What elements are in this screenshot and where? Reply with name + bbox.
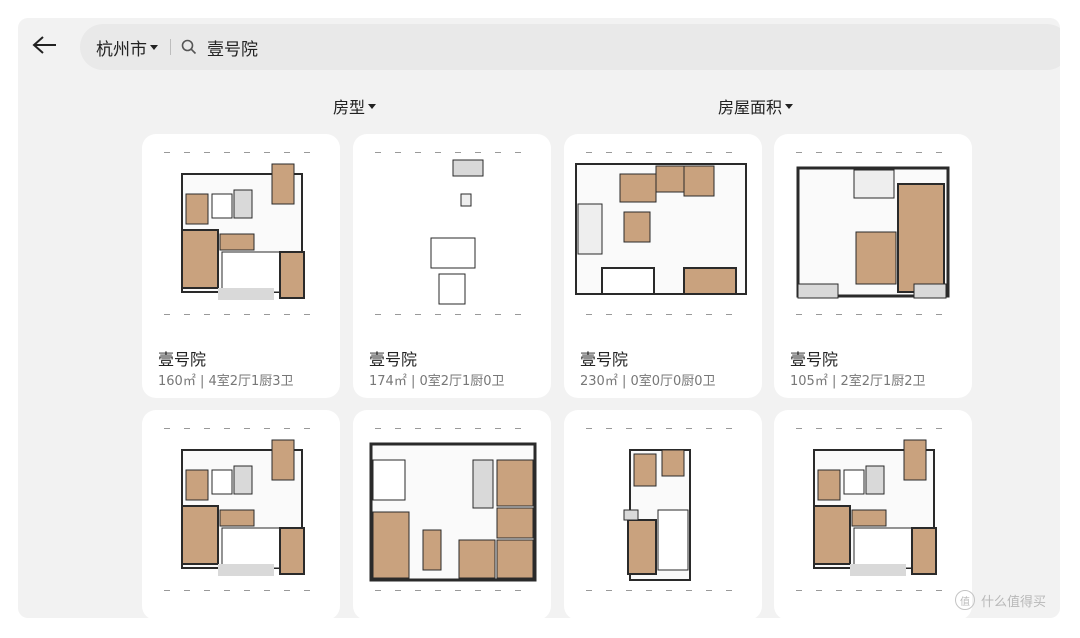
search-icon	[181, 39, 197, 55]
floorplan-image	[586, 428, 732, 591]
floorplan-image	[375, 152, 521, 315]
filter-room-type[interactable]: 房型	[333, 94, 377, 118]
floorplan-image	[164, 152, 310, 315]
card-title: 壹号院	[158, 350, 207, 369]
floorplan-card[interactable]: 壹号院 160㎡ | 4室2厅1厨3卫	[142, 134, 340, 398]
card-meta: 230㎡ | 0室0厅0厨0卫	[580, 374, 716, 389]
card-meta: 174㎡ | 0室2厅1厨0卫	[369, 374, 505, 389]
city-label: 杭州市	[96, 39, 147, 60]
floorplan-card[interactable]: 壹号院 230㎡ | 0室0厅0厨0卫	[564, 134, 762, 398]
chevron-down-icon	[785, 103, 794, 109]
floorplan-image	[164, 428, 310, 591]
search-input[interactable]: 壹号院	[207, 35, 258, 60]
floorplan-image	[575, 152, 747, 315]
filter-bar: 房型 房屋面积	[18, 94, 1060, 118]
floorplan-image	[369, 428, 537, 591]
floorplan-card[interactable]: 壹号院 174㎡ | 0室2厅1厨0卫	[353, 134, 551, 398]
app-window: 杭州市 壹号院 房型 房屋面积 壹号院 160㎡ | 4室2厅1厨3卫 壹号院 174…	[18, 18, 1060, 618]
card-meta: 105㎡ | 2室2厅1厨2卫	[790, 374, 926, 389]
floorplan-card[interactable]	[774, 410, 972, 618]
floorplan-image	[796, 152, 950, 315]
floorplan-card[interactable]	[564, 410, 762, 618]
watermark-badge: 值	[954, 590, 975, 610]
card-title: 壹号院	[369, 350, 418, 369]
filter-room-type-label: 房型	[333, 98, 366, 117]
filter-area[interactable]: 房屋面积	[718, 94, 794, 118]
arrow-left-icon	[32, 36, 56, 54]
back-button[interactable]	[28, 30, 62, 60]
watermark: 值 什么值得买	[954, 590, 1046, 610]
floorplan-image	[796, 428, 942, 591]
card-title: 壹号院	[790, 350, 839, 369]
search-bar[interactable]: 杭州市 壹号院	[80, 24, 1060, 70]
city-selector[interactable]: 杭州市	[96, 35, 158, 60]
chevron-down-icon	[368, 103, 377, 109]
chevron-down-icon	[150, 44, 158, 50]
top-bar: 杭州市 壹号院	[18, 18, 1060, 72]
card-title: 壹号院	[580, 350, 629, 369]
floorplan-card[interactable]: 壹号院 105㎡ | 2室2厅1厨2卫	[774, 134, 972, 398]
floorplan-card[interactable]	[142, 410, 340, 618]
watermark-text: 什么值得买	[980, 594, 1046, 610]
floorplan-card[interactable]	[353, 410, 551, 618]
filter-area-label: 房屋面积	[718, 98, 783, 117]
search-divider	[170, 39, 171, 55]
card-meta: 160㎡ | 4室2厅1厨3卫	[158, 374, 294, 389]
